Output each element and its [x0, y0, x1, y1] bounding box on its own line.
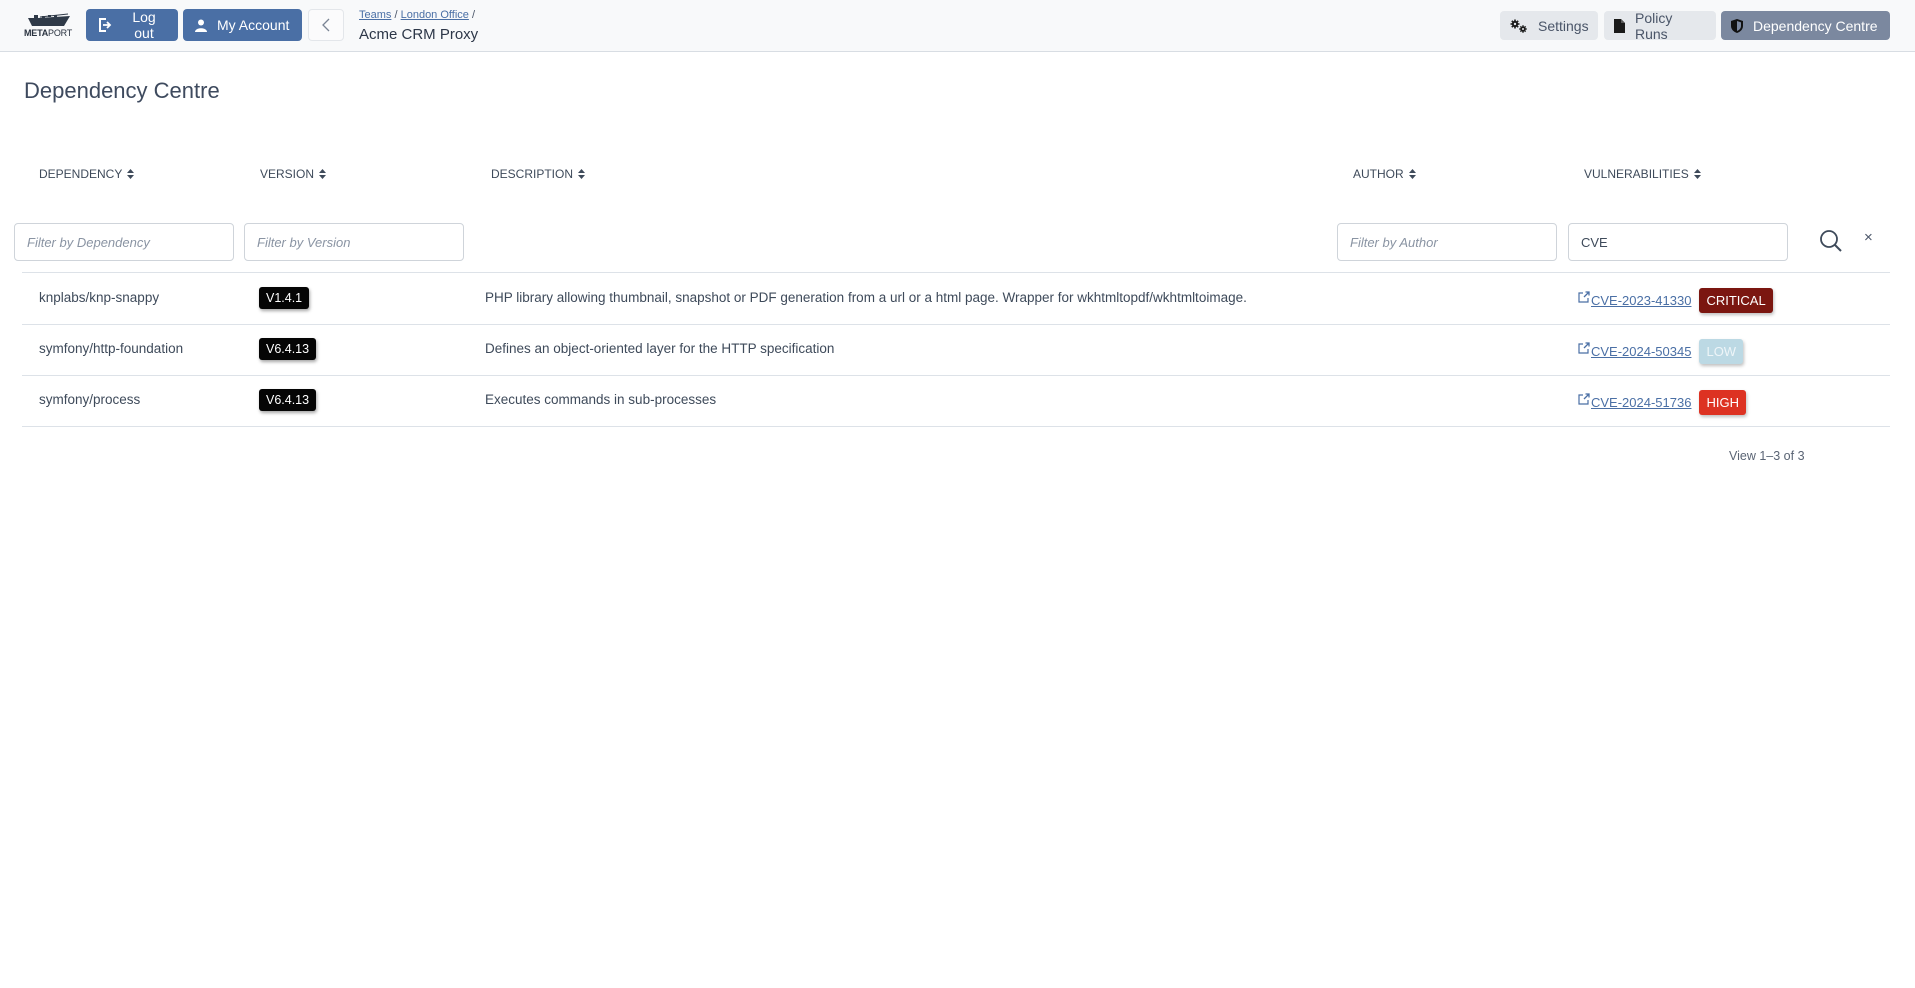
column-header-author[interactable]: Author	[1353, 167, 1416, 181]
filter-version-input[interactable]	[244, 223, 464, 261]
table-row: knplabs/knp-snappy V1.4.1 PHP library al…	[22, 274, 1890, 324]
file-icon	[1614, 18, 1625, 33]
column-header-dependency[interactable]: Dependency	[39, 167, 135, 181]
logout-label: Log out	[132, 9, 156, 41]
pagination-info: View 1–3 of 3	[1729, 449, 1805, 463]
nav-dependency-centre-button[interactable]: Dependency Centre	[1721, 11, 1890, 40]
my-account-button[interactable]: My Account	[183, 9, 302, 41]
vulnerability-cell: CVE-2024-51736 HIGH	[1578, 390, 1746, 415]
project-name: Acme CRM Proxy	[359, 26, 479, 43]
breadcrumb-separator: /	[394, 9, 398, 21]
dependency-name: symfony/http-foundation	[39, 341, 184, 356]
external-link-icon	[1578, 393, 1590, 405]
breadcrumb-london-office[interactable]: London Office	[401, 9, 469, 21]
nav-dependency-centre-label: Dependency Centre	[1753, 17, 1878, 34]
sort-icon	[578, 169, 586, 179]
sort-icon	[127, 169, 135, 179]
logout-icon	[98, 18, 112, 32]
my-account-label: My Account	[217, 17, 290, 33]
dependency-description: Defines an object-oriented layer for the…	[485, 341, 835, 356]
page-title: Dependency Centre	[24, 78, 220, 103]
cve-id: CVE-2024-51736	[1591, 395, 1692, 410]
logo-text: METAPORT	[24, 28, 76, 38]
clear-filters-button[interactable]: ×	[1864, 229, 1873, 246]
severity-badge: CRITICAL	[1699, 288, 1773, 313]
metaport-logo[interactable]: METAPORT	[24, 12, 76, 40]
column-header-label: Dependency	[39, 167, 123, 181]
breadcrumb-teams[interactable]: Teams	[359, 9, 391, 21]
version-badge: V6.4.13	[259, 338, 317, 360]
version-badge: V1.4.1	[259, 287, 310, 309]
column-header-label: Version	[260, 167, 315, 181]
gears-icon	[1510, 19, 1528, 33]
nav-policy-runs-label: Policy Runs	[1635, 9, 1673, 42]
shield-icon	[1731, 18, 1743, 33]
breadcrumb: Teams / London Office /	[359, 9, 475, 21]
user-icon	[195, 19, 207, 32]
logo-text-thin: PORT	[48, 28, 73, 38]
external-link-icon	[1578, 342, 1590, 354]
vulnerability-cell: CVE-2023-41330 CRITICAL	[1578, 288, 1773, 313]
nav-settings-button[interactable]: Settings	[1500, 11, 1598, 40]
version-badge: V6.4.13	[259, 389, 317, 411]
sort-icon	[1408, 169, 1416, 179]
cve-link[interactable]: CVE-2023-41330	[1578, 291, 1692, 308]
cve-link[interactable]: CVE-2024-51736	[1578, 393, 1692, 410]
row-divider	[22, 426, 1890, 427]
cve-link[interactable]: CVE-2024-50345	[1578, 342, 1692, 359]
back-button[interactable]	[308, 9, 344, 41]
dependency-name: symfony/process	[39, 392, 141, 407]
column-header-version[interactable]: Version	[260, 167, 327, 181]
dependency-description: Executes commands in sub-processes	[485, 392, 717, 407]
sort-icon	[1693, 169, 1701, 179]
sort-icon	[319, 169, 327, 179]
row-divider	[22, 272, 1890, 273]
filter-dependency-input[interactable]	[14, 223, 234, 261]
search-button[interactable]	[1818, 228, 1844, 254]
cve-id: CVE-2024-50345	[1591, 344, 1692, 359]
nav-settings-label: Settings	[1538, 17, 1589, 34]
cve-id: CVE-2023-41330	[1591, 293, 1692, 308]
ship-icon	[28, 13, 70, 26]
logo-text-bold: META	[24, 28, 49, 38]
filter-vulnerabilities-input[interactable]	[1568, 223, 1788, 261]
logout-button[interactable]: Log out	[86, 9, 178, 41]
table-row: symfony/http-foundation V6.4.13 Defines …	[22, 325, 1890, 375]
nav-policy-runs-button[interactable]: Policy Runs	[1604, 9, 1716, 42]
filter-author-input[interactable]	[1337, 223, 1557, 261]
column-header-label: Description	[491, 167, 574, 181]
column-header-description[interactable]: Description	[491, 167, 586, 181]
severity-badge: LOW	[1699, 339, 1744, 364]
severity-badge: HIGH	[1699, 390, 1746, 415]
column-header-vulnerabilities[interactable]: Vulnerabilities	[1584, 167, 1701, 181]
external-link-icon	[1578, 291, 1590, 303]
column-header-label: Author	[1353, 167, 1404, 181]
top-navbar: METAPORT Log out My Account Teams / Lond…	[0, 0, 1915, 52]
breadcrumb-separator: /	[471, 9, 476, 21]
dependency-description: PHP library allowing thumbnail, snapshot…	[485, 290, 1247, 305]
chevron-left-icon	[322, 18, 330, 32]
search-icon	[1820, 230, 1842, 252]
vulnerability-cell: CVE-2024-50345 LOW	[1578, 339, 1744, 364]
table-row: symfony/process V6.4.13 Executes command…	[22, 376, 1890, 426]
dependency-name: knplabs/knp-snappy	[39, 290, 160, 305]
column-header-label: Vulnerabilities	[1584, 167, 1689, 181]
